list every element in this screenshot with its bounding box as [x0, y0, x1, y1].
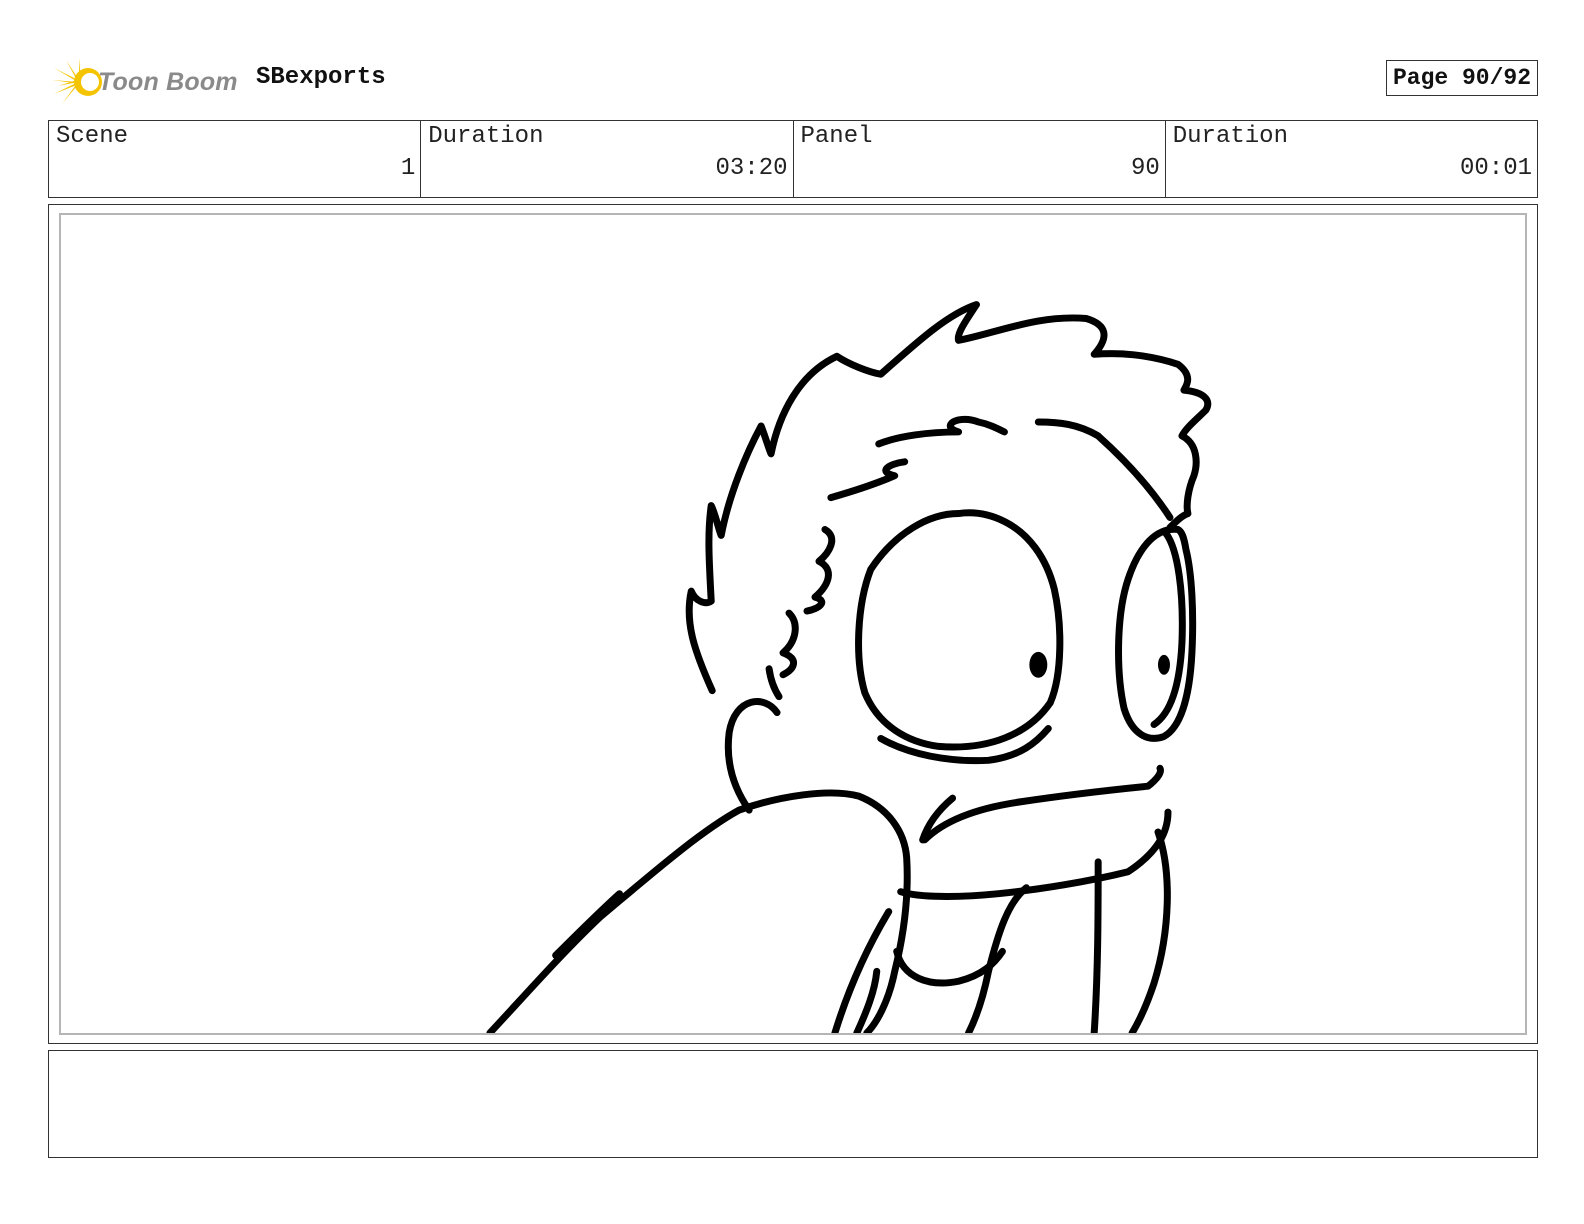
left-pupil: [1029, 651, 1048, 678]
scene-value: 1: [400, 155, 416, 182]
panel-label: Panel: [800, 123, 873, 150]
panel-notes-area: [48, 1050, 1538, 1158]
scene-duration-label: Duration: [428, 123, 544, 150]
hair-strand: [827, 458, 909, 502]
scene-cell: Scene 1: [49, 121, 422, 197]
hair-strand: [779, 609, 799, 679]
hair-outline: [685, 301, 1212, 695]
snout-bottom: [919, 794, 957, 844]
panel-info-row: Scene 1 Duration 03:20 Panel 90 Duration…: [48, 120, 1538, 198]
scene-duration-value: 03:20: [715, 155, 788, 182]
panel-duration-cell: Duration 00:01: [1166, 121, 1537, 197]
left-eye: [855, 509, 1064, 751]
storyboard-panel-image: [59, 213, 1527, 1035]
hair-strand: [803, 525, 836, 615]
collar-line: [1090, 858, 1102, 1033]
panel-cell: Panel 90: [794, 121, 1166, 197]
hair-strand: [765, 665, 783, 701]
right-eye-inner: [1150, 529, 1186, 728]
ear: [724, 698, 781, 814]
hair-strand: [875, 415, 1008, 448]
panel-duration-value: 00:01: [1459, 155, 1532, 182]
project-name: SBexports: [256, 64, 386, 91]
snout-top: [921, 764, 1164, 844]
hair-strand: [1034, 418, 1174, 522]
page-indicator: Page 90/92: [1385, 60, 1538, 96]
toon-boom-logo: Toon Boom: [52, 56, 242, 108]
panel-value: 90: [1130, 155, 1160, 182]
storyboard-panel-frame: [48, 204, 1538, 1044]
scene-label: Scene: [56, 123, 129, 150]
hand-finger: [552, 890, 623, 959]
character-sketch: [486, 301, 1212, 1033]
logo-text: Toon Boom: [98, 67, 238, 96]
right-pupil: [1158, 654, 1170, 675]
scene-duration-cell: Duration 03:20: [421, 121, 794, 197]
panel-duration-label: Duration: [1172, 123, 1288, 150]
toon-boom-starburst-icon: [52, 58, 102, 104]
page-header: Toon Boom SBexports Page 90/92: [48, 52, 1538, 108]
